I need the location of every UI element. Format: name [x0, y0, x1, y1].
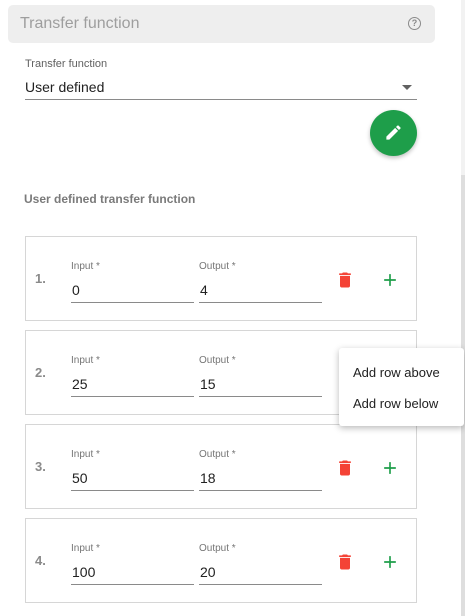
- plus-icon: [384, 556, 396, 568]
- add-row-button[interactable]: [380, 552, 400, 572]
- input-label: Input *: [71, 355, 100, 366]
- input-label: Input *: [71, 449, 100, 460]
- output-label: Output *: [199, 355, 236, 366]
- output-field[interactable]: 4: [199, 277, 322, 303]
- delete-row-button[interactable]: [335, 552, 355, 572]
- output-value: 15: [200, 376, 216, 392]
- plus-icon: [384, 462, 396, 474]
- add-row-button[interactable]: [380, 270, 400, 290]
- input-value: 100: [72, 564, 96, 580]
- output-label: Output *: [199, 543, 236, 554]
- menu-item-add-row-below[interactable]: Add row below: [339, 388, 464, 418]
- transfer-function-select-label: Transfer function: [25, 58, 108, 70]
- output-value: 18: [200, 470, 216, 486]
- input-field[interactable]: 50: [71, 465, 194, 491]
- input-value: 25: [72, 376, 88, 392]
- transfer-function-select[interactable]: User defined: [25, 75, 417, 100]
- panel-title: Transfer function: [20, 15, 140, 32]
- row-index: 1.: [35, 271, 46, 286]
- row-index: 3.: [35, 459, 46, 474]
- help-icon[interactable]: ?: [408, 17, 421, 30]
- transfer-row: 1. Input * 0 Output * 4: [25, 236, 417, 321]
- input-label: Input *: [71, 543, 100, 554]
- row-index: 2.: [35, 365, 46, 380]
- section-title: User defined transfer function: [24, 192, 196, 206]
- input-field[interactable]: 0: [71, 277, 194, 303]
- menu-item-label: Add row above: [353, 365, 440, 380]
- trash-icon: [339, 272, 351, 288]
- output-label: Output *: [199, 261, 236, 272]
- input-label: Input *: [71, 261, 100, 272]
- output-field[interactable]: 20: [199, 559, 322, 585]
- delete-row-button[interactable]: [335, 458, 355, 478]
- output-value: 20: [200, 564, 216, 580]
- input-field[interactable]: 25: [71, 371, 194, 397]
- output-label: Output *: [199, 449, 236, 460]
- transfer-function-select-value: User defined: [25, 79, 105, 95]
- plus-icon: [384, 274, 396, 286]
- transfer-row: 4. Input * 100 Output * 20: [25, 518, 417, 603]
- output-field[interactable]: 18: [199, 465, 322, 491]
- delete-row-button[interactable]: [335, 270, 355, 290]
- transfer-row: 3. Input * 50 Output * 18: [25, 424, 417, 509]
- pencil-icon: [386, 125, 401, 140]
- menu-item-label: Add row below: [353, 396, 439, 411]
- input-value: 50: [72, 470, 88, 486]
- add-row-context-menu: Add row above Add row below: [339, 348, 464, 426]
- output-field[interactable]: 15: [199, 371, 322, 397]
- row-index: 4.: [35, 553, 46, 568]
- trash-icon: [339, 554, 351, 570]
- input-field[interactable]: 100: [71, 559, 194, 585]
- menu-item-add-row-above[interactable]: Add row above: [339, 357, 464, 387]
- trash-icon: [339, 460, 351, 476]
- edit-button[interactable]: [370, 110, 417, 156]
- panel-header[interactable]: Transfer function ?: [8, 5, 435, 43]
- output-value: 4: [200, 282, 208, 298]
- caret-down-icon: [402, 85, 412, 90]
- input-value: 0: [72, 282, 80, 298]
- add-row-button[interactable]: [380, 458, 400, 478]
